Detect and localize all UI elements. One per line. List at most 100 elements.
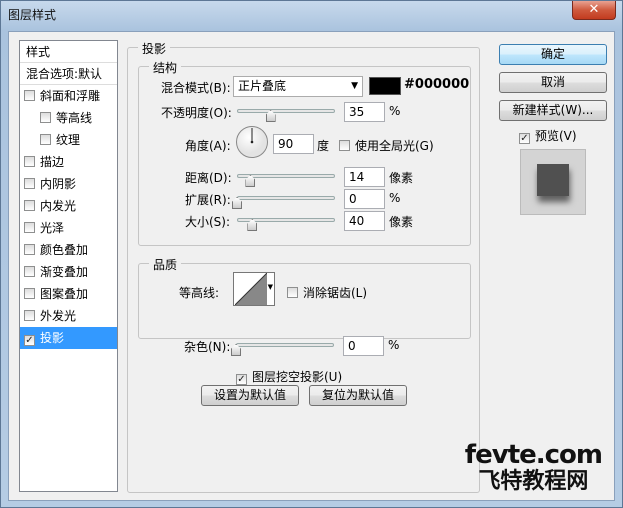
- angle-input[interactable]: 90: [273, 134, 314, 154]
- contour-picker[interactable]: ▼: [233, 272, 275, 306]
- knockout-checkbox-row[interactable]: ✓ 图层挖空投影(U): [236, 368, 342, 385]
- opacity-unit: %: [389, 104, 401, 118]
- style-item-checkbox[interactable]: [40, 134, 51, 145]
- shadow-color-swatch[interactable]: [369, 77, 401, 95]
- opacity-input[interactable]: 35: [344, 102, 385, 122]
- angle-label: 角度(A):: [185, 139, 231, 153]
- chevron-down-icon: ▼: [267, 283, 273, 291]
- ok-button[interactable]: 确定: [499, 44, 607, 65]
- global-light-label: 使用全局光(G): [355, 139, 434, 153]
- style-item-checkbox[interactable]: [24, 178, 35, 189]
- style-item[interactable]: 内阴影: [20, 173, 117, 195]
- distance-label: 距离(D):: [185, 171, 232, 185]
- blend-mode-value: 正片叠底: [238, 79, 287, 93]
- style-item-label: 纹理: [56, 133, 81, 147]
- antialias-checkbox-row[interactable]: 消除锯齿(L): [287, 284, 367, 301]
- noise-input[interactable]: 0: [343, 336, 384, 356]
- size-label: 大小(S):: [185, 215, 231, 229]
- blend-options-item[interactable]: 混合选项:默认: [20, 63, 117, 85]
- distance-input[interactable]: 14: [344, 167, 385, 187]
- blend-mode-label: 混合模式(B):: [161, 81, 231, 95]
- style-item[interactable]: 内发光: [20, 195, 117, 217]
- style-item-label: 颜色叠加: [40, 243, 89, 257]
- style-item[interactable]: 等高线: [20, 107, 117, 129]
- new-style-button[interactable]: 新建样式(W)...: [499, 100, 607, 121]
- spread-unit: %: [389, 191, 401, 205]
- spread-label: 扩展(R):: [185, 193, 231, 207]
- style-item[interactable]: 颜色叠加: [20, 239, 117, 261]
- contour-label: 等高线:: [179, 286, 220, 300]
- cancel-button[interactable]: 取消: [499, 72, 607, 93]
- antialias-checkbox[interactable]: [287, 287, 298, 298]
- layer-style-dialog: 图层样式 ✕ 样式 混合选项:默认 斜面和浮雕等高线纹理描边内阴影内发光光泽颜色…: [0, 0, 623, 508]
- knockout-label: 图层挖空投影(U): [252, 370, 343, 384]
- drop-shadow-title: 投影: [138, 40, 171, 57]
- style-item-label: 等高线: [56, 111, 93, 125]
- noise-slider-track[interactable]: [236, 343, 334, 347]
- style-item-label: 内阴影: [40, 177, 77, 191]
- style-item-label: 投影: [40, 331, 65, 345]
- style-item-checkbox[interactable]: [24, 266, 35, 277]
- close-button[interactable]: ✕: [572, 1, 616, 20]
- global-light-checkbox-row[interactable]: 使用全局光(G): [339, 137, 434, 154]
- opacity-slider-track[interactable]: [237, 109, 335, 113]
- drop-shadow-group: 投影 结构 混合模式(B): 正片叠底 ▼ #000000 不透明度(O): 3…: [127, 40, 480, 493]
- style-item-checkbox[interactable]: [24, 222, 35, 233]
- spread-slider-track[interactable]: [237, 196, 335, 200]
- preview-checkbox-row[interactable]: ✓ 预览(V): [519, 127, 577, 144]
- watermark-site-name: 飞特教程网: [478, 469, 589, 494]
- watermark: fevte.com 飞特教程网: [464, 440, 603, 494]
- opacity-label: 不透明度(O):: [161, 106, 232, 120]
- structure-title: 结构: [149, 59, 182, 76]
- noise-label: 杂色(N):: [184, 340, 231, 354]
- style-item[interactable]: 图案叠加: [20, 283, 117, 305]
- style-item[interactable]: 渐变叠加: [20, 261, 117, 283]
- preview-square: [537, 164, 569, 196]
- chevron-down-icon: ▼: [351, 81, 358, 91]
- global-light-checkbox[interactable]: [339, 140, 350, 151]
- window-title: 图层样式: [8, 8, 57, 22]
- angle-unit: 度: [317, 139, 330, 153]
- spread-input[interactable]: 0: [344, 189, 385, 209]
- style-item-checkbox[interactable]: ✓: [24, 335, 35, 346]
- style-item[interactable]: 纹理: [20, 129, 117, 151]
- set-default-button[interactable]: 设置为默认值: [201, 385, 299, 406]
- style-item[interactable]: 斜面和浮雕: [20, 85, 117, 107]
- shadow-color-hex: #000000: [404, 77, 470, 92]
- style-item-label: 渐变叠加: [40, 265, 89, 279]
- size-unit: 像素: [389, 215, 414, 229]
- preview-label: 预览(V): [535, 129, 577, 143]
- styles-list: 样式 混合选项:默认 斜面和浮雕等高线纹理描边内阴影内发光光泽颜色叠加渐变叠加图…: [19, 40, 118, 492]
- distance-unit: 像素: [389, 171, 414, 185]
- quality-title: 品质: [149, 256, 182, 273]
- preview-checkbox[interactable]: ✓: [519, 133, 530, 144]
- contour-preview-icon: [235, 273, 267, 305]
- style-item-checkbox[interactable]: [24, 288, 35, 299]
- blend-mode-select[interactable]: 正片叠底 ▼: [233, 76, 363, 97]
- style-item-label: 描边: [40, 155, 65, 169]
- noise-unit: %: [388, 338, 400, 352]
- style-item-checkbox[interactable]: [24, 200, 35, 211]
- dialog-client: 样式 混合选项:默认 斜面和浮雕等高线纹理描边内阴影内发光光泽颜色叠加渐变叠加图…: [8, 31, 615, 501]
- styles-header[interactable]: 样式: [20, 41, 117, 63]
- angle-dial[interactable]: [235, 125, 269, 159]
- quality-group: 品质 等高线: ▼ 消除锯齿(L): [138, 256, 471, 339]
- size-input[interactable]: 40: [344, 211, 385, 231]
- style-item-checkbox[interactable]: [24, 244, 35, 255]
- style-item[interactable]: 光泽: [20, 217, 117, 239]
- knockout-checkbox[interactable]: ✓: [236, 374, 247, 385]
- style-item[interactable]: 描边: [20, 151, 117, 173]
- style-item-checkbox[interactable]: [40, 112, 51, 123]
- style-item-checkbox[interactable]: [24, 90, 35, 101]
- style-item-checkbox[interactable]: [24, 156, 35, 167]
- watermark-domain: fevte.com: [464, 440, 603, 470]
- antialias-label: 消除锯齿(L): [303, 286, 368, 300]
- style-item-label: 外发光: [40, 309, 77, 323]
- style-item[interactable]: ✓ 投影: [20, 327, 117, 349]
- style-item-label: 内发光: [40, 199, 77, 213]
- style-item-label: 光泽: [40, 221, 65, 235]
- reset-default-button[interactable]: 复位为默认值: [309, 385, 407, 406]
- style-item[interactable]: 外发光: [20, 305, 117, 327]
- style-item-checkbox[interactable]: [24, 310, 35, 321]
- style-preview: [520, 149, 586, 215]
